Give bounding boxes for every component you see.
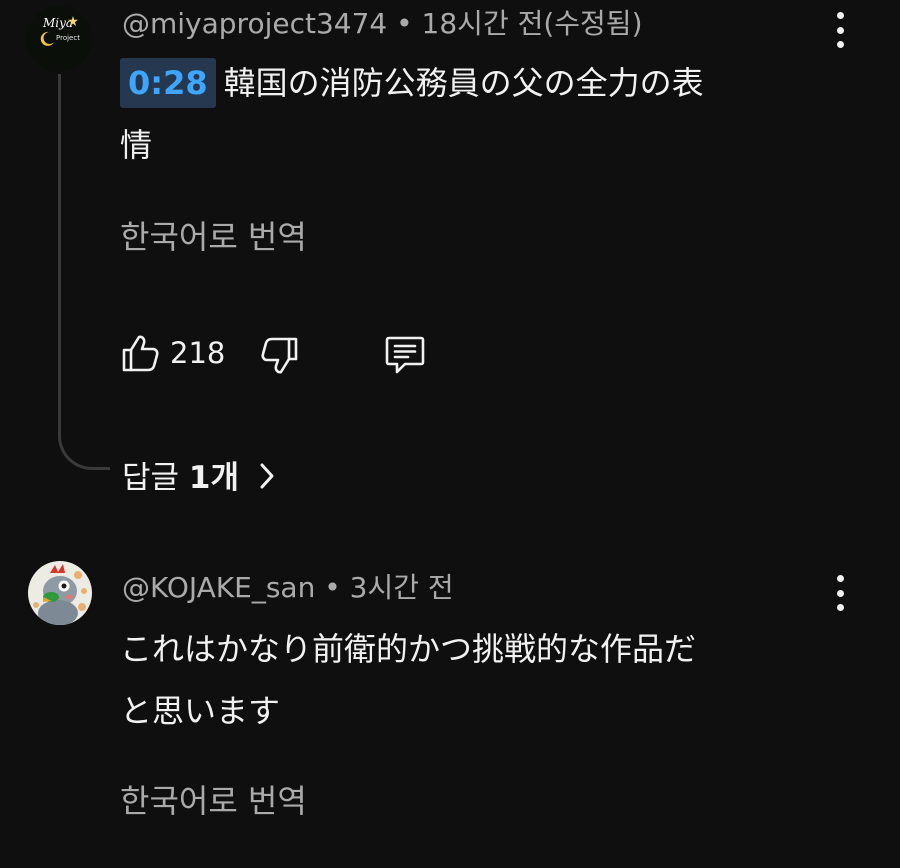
timestamp-link[interactable]: 0:28 (120, 58, 216, 108)
like-count: 218 (170, 336, 226, 370)
like-button[interactable] (120, 333, 160, 373)
comment-author[interactable]: @KOJAKE_san (122, 571, 315, 604)
dislike-button[interactable] (260, 336, 300, 376)
moon-icon (40, 31, 54, 46)
replies-label: 답글 (122, 460, 189, 496)
comment-time: • 18시간 전(수정됨) (396, 7, 643, 40)
translate-button[interactable]: 한국어로 번역 (120, 212, 307, 258)
view-replies-button[interactable]: 답글 1개 (122, 452, 275, 497)
thumbs-up-icon (122, 335, 159, 372)
star-icon (68, 16, 78, 26)
comment-body: 0:28 韓国の消防公務員の父の全力の表 情 (120, 52, 880, 176)
more-options-button[interactable] (834, 12, 846, 48)
avatar-kojake[interactable] (28, 561, 92, 625)
comment-time: • 3시간 전 (324, 571, 454, 604)
kebab-dot (836, 26, 844, 34)
comment-icon (385, 336, 425, 374)
avatar-logo-subtext: Project (56, 34, 80, 42)
comment-text-line-2: 情 (120, 126, 153, 164)
bird-character-icon (33, 564, 87, 625)
comment-text-line-1: 韓国の消防公務員の父の全力の表 (223, 64, 704, 102)
chevron-right-icon (260, 463, 274, 489)
comment-meta: @KOJAKE_san • 3시간 전 (122, 566, 454, 606)
replies-count: 1개 (188, 460, 239, 496)
more-options-button[interactable] (834, 575, 846, 611)
kebab-dot (836, 12, 844, 19)
comment-text-line-1: これはかなり前衛的かつ挑戦的な作品だ (120, 630, 697, 668)
kebab-dot (836, 575, 844, 582)
kebab-dot (836, 604, 844, 611)
thread-connector-line (58, 74, 110, 470)
thumbs-down-icon (261, 337, 298, 374)
comment-meta: @miyaproject3474 • 18시간 전(수정됨) (122, 2, 643, 42)
avatar-miyaproject[interactable]: Miya Project (26, 6, 92, 72)
kebab-dot (836, 589, 844, 597)
comment-text-line-2: と思います (120, 692, 281, 730)
kebab-dot (836, 41, 844, 48)
reply-button[interactable] (384, 334, 426, 376)
comment-body: これはかなり前衛的かつ挑戦的な作品だ と思います (120, 618, 880, 742)
comment-author[interactable]: @miyaproject3474 (122, 7, 387, 40)
translate-button[interactable]: 한국어로 번역 (120, 776, 307, 822)
